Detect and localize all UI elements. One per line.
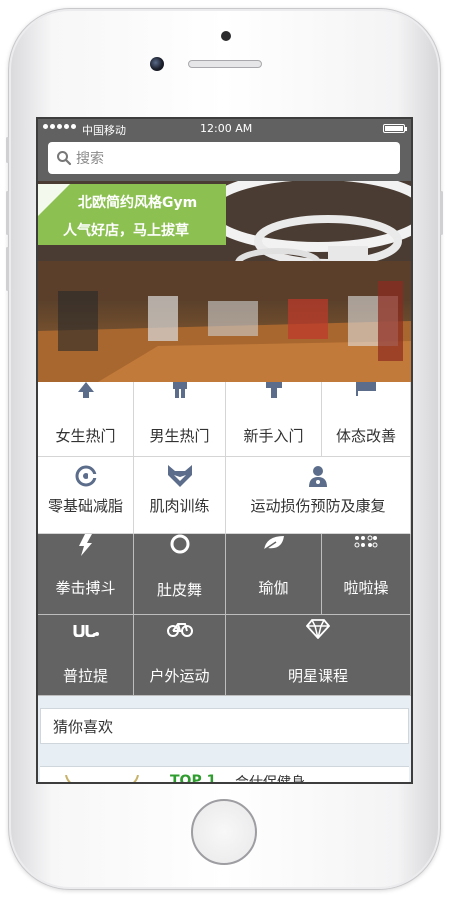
category-belly-dance[interactable]: 肚皮舞 <box>134 534 226 615</box>
category-label: 明星课程 <box>287 667 348 685</box>
status-bar: 中国移动 12:00 AM <box>38 119 411 139</box>
guess-you-like-header: 猜你喜欢 <box>40 708 409 744</box>
category-injury-recovery[interactable]: 运动损伤预防及康复 <box>226 457 411 534</box>
promo-badge: 北欧简约风格Gym 人气好店，马上拔草 <box>38 184 226 245</box>
category-male-hot[interactable]: 男生热门 <box>134 382 226 457</box>
category-fat-loss[interactable]: 零基础减脂 <box>38 457 134 534</box>
category-label: 啦啦操 <box>343 579 389 597</box>
target-icon <box>75 465 97 487</box>
category-label: 户外运动 <box>149 667 210 685</box>
laurel-left-icon <box>65 775 71 782</box>
category-female-hot[interactable]: 女生热门 <box>38 382 134 457</box>
front-camera-icon <box>150 57 164 71</box>
carrier-label: 中国移动 <box>82 124 126 137</box>
category-label: 肌肉训练 <box>149 497 210 515</box>
promo-title: 北欧简约风格Gym <box>78 195 198 211</box>
list-item[interactable]: TOP 1 会仕保健身 <box>40 766 409 784</box>
gym-name: 会仕保健身 <box>235 775 305 784</box>
category-label: 零基础减脂 <box>47 497 123 515</box>
fox-icon <box>167 465 192 487</box>
category-label: 体态改善 <box>335 427 396 445</box>
section-title: 猜你喜欢 <box>53 718 114 736</box>
ring-icon <box>170 534 189 554</box>
search-bar: 搜索 <box>38 139 411 181</box>
category-yoga[interactable]: 瑜伽 <box>226 534 322 615</box>
bicycle-icon <box>166 623 193 637</box>
dots-icon <box>354 535 378 548</box>
category-beginner[interactable]: 新手入门 <box>226 382 322 457</box>
category-label: 拳击搏斗 <box>55 579 116 597</box>
search-placeholder: 搜索 <box>76 151 104 167</box>
doctor-icon <box>309 466 327 487</box>
female-icon <box>77 382 94 398</box>
corner-cut <box>38 184 70 216</box>
category-label: 新手入门 <box>243 427 304 445</box>
promo-subtitle: 人气好店，马上拔草 <box>63 223 189 239</box>
laurel-right-icon <box>133 775 139 782</box>
volume-up-button <box>6 191 9 235</box>
top-dot-icon <box>221 31 231 41</box>
category-outdoor[interactable]: 户外运动 <box>134 615 226 696</box>
power-button <box>440 191 443 235</box>
category-label: 普拉提 <box>62 667 108 685</box>
category-label: 瑜伽 <box>258 579 289 597</box>
flag-icon <box>356 382 376 396</box>
person-icon <box>265 382 282 398</box>
category-cheerleading[interactable]: 啦啦操 <box>322 534 411 615</box>
category-muscle-training[interactable]: 肌肉训练 <box>134 457 226 534</box>
male-icon <box>172 382 187 398</box>
leaf-icon <box>263 536 284 551</box>
category-pilates[interactable]: 普拉提 <box>38 615 134 696</box>
search-input[interactable]: 搜索 <box>48 142 400 174</box>
lightning-icon <box>78 534 92 556</box>
home-button[interactable] <box>191 799 257 865</box>
category-posture[interactable]: 体态改善 <box>322 382 411 457</box>
category-label: 女生热门 <box>55 427 116 445</box>
earpiece-speaker <box>188 60 262 68</box>
diamond-icon <box>306 619 330 639</box>
category-boxing[interactable]: 拳击搏斗 <box>38 534 134 615</box>
category-label: 肚皮舞 <box>156 581 202 599</box>
phone-screen: 中国移动 12:00 AM 搜索 北欧简约风格Gym 人气好店，马上拔草 女生热… <box>36 117 413 784</box>
category-label: 运动损伤预防及康复 <box>250 497 386 515</box>
volume-down-button <box>6 247 9 291</box>
mute-switch <box>6 137 9 163</box>
battery-icon <box>383 124 407 133</box>
signal-icon <box>43 124 76 129</box>
category-label: 男生热门 <box>149 427 210 445</box>
search-icon <box>57 151 72 166</box>
pilates-icon <box>73 625 99 637</box>
clock: 12:00 AM <box>200 122 253 135</box>
banner-image[interactable]: 北欧简约风格Gym 人气好店，马上拔草 <box>38 181 411 382</box>
rank-badge: TOP 1 <box>170 773 217 784</box>
category-star-courses[interactable]: 明星课程 <box>226 615 411 696</box>
